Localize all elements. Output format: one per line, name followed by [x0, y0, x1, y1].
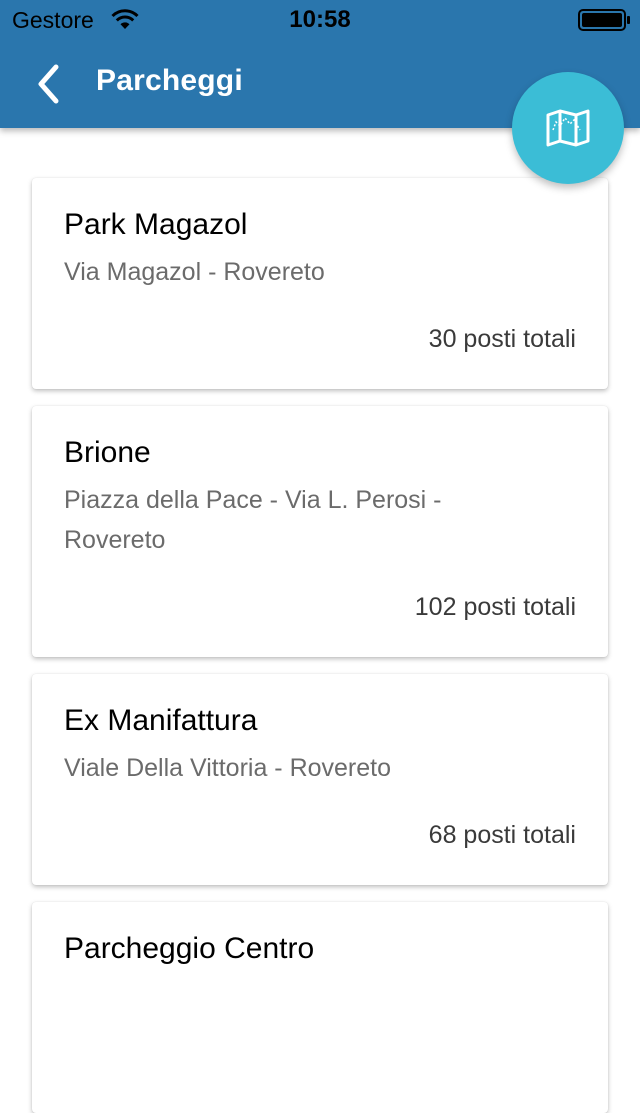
parking-card[interactable]: Park Magazol Via Magazol - Rovereto 30 p… [32, 178, 608, 389]
parking-capacity: 30 posti totali [428, 325, 576, 353]
parking-name: Ex Manifattura [64, 704, 258, 737]
battery-icon [578, 9, 630, 31]
parking-address: Piazza della Pace - Via L. Perosi - Rove… [64, 486, 442, 554]
parking-address: Via Magazol - Rovereto [64, 258, 325, 286]
parking-name: Brione [64, 436, 151, 469]
chevron-left-icon [38, 64, 59, 104]
parking-card[interactable]: Ex Manifattura Viale Della Vittoria - Ro… [32, 674, 608, 885]
back-button[interactable] [24, 58, 72, 110]
map-view-button[interactable] [512, 72, 624, 184]
status-time: 10:58 [289, 6, 351, 33]
map-icon [546, 109, 590, 147]
parking-name: Park Magazol [64, 208, 248, 241]
parking-address: Viale Della Vittoria - Rovereto [64, 754, 392, 782]
parking-capacity: 102 posti totali [414, 593, 576, 621]
parking-card[interactable]: Parcheggio Centro [32, 902, 608, 1113]
page-title: Parcheggi [96, 64, 243, 97]
status-bar: Gestore 10:58 [0, 0, 640, 40]
parking-capacity: 68 posti totali [428, 821, 576, 849]
parking-card[interactable]: Brione Piazza della Pace - Via L. Perosi… [32, 406, 608, 657]
parking-name: Parcheggio Centro [64, 932, 315, 965]
